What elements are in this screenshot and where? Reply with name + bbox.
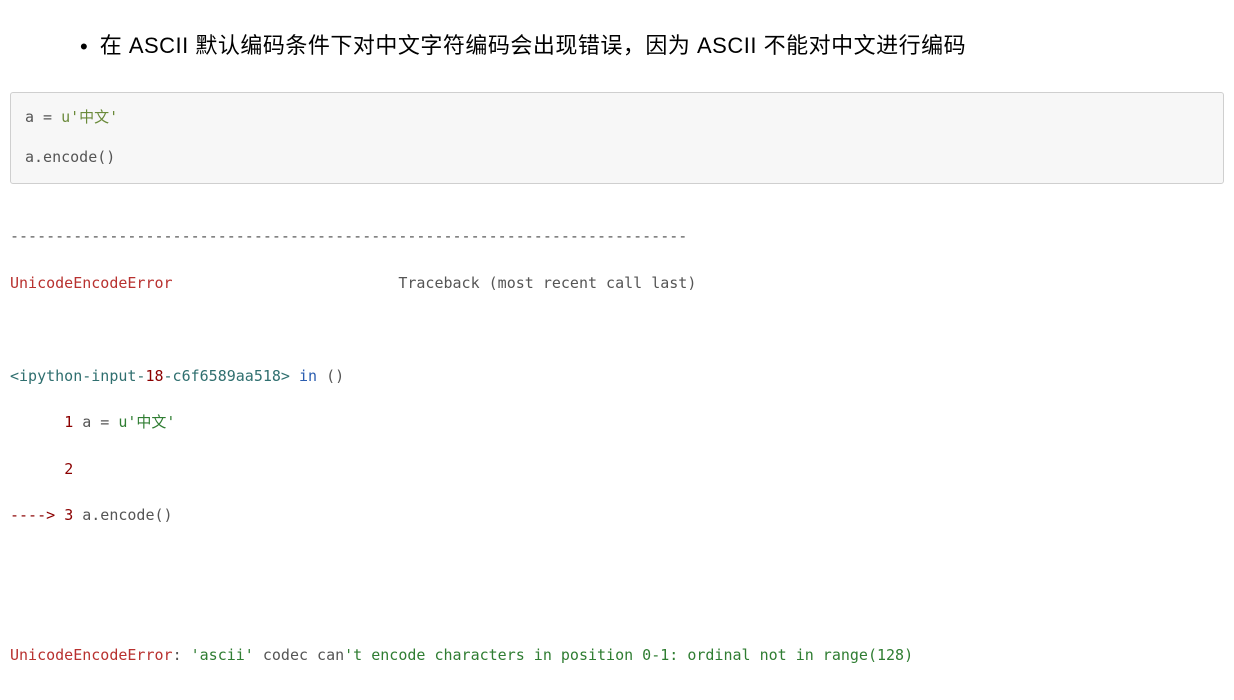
trace-line-2: 2	[10, 458, 1224, 481]
code-assign-prefix: a =	[25, 108, 61, 126]
final-msg-pre: 'ascii'	[191, 646, 254, 664]
trace-indent-1	[10, 413, 64, 431]
ipython-input-open: <ipython-input-	[10, 367, 145, 385]
output-blank-0	[10, 318, 1224, 341]
output-divider: ----------------------------------------…	[10, 225, 1224, 248]
code-blank-line	[25, 130, 1209, 145]
final-msg-mid: codec can	[254, 646, 344, 664]
output-blank-2	[10, 597, 1224, 620]
bullet-item: • 在 ASCII 默认编码条件下对中文字符编码会出现错误，因为 ASCII 不…	[80, 25, 1234, 67]
bullet-marker-icon: •	[80, 27, 88, 67]
output-input-ref: <ipython-input-18-c6f6589aa518> in ()	[10, 365, 1224, 388]
code-call-prefix: a.encode	[25, 148, 97, 166]
trace-indent-2	[10, 460, 64, 478]
output-final-error: UnicodeEncodeError: 'ascii' codec can't …	[10, 644, 1224, 667]
output-error-header: UnicodeEncodeError Traceback (most recen…	[10, 272, 1224, 295]
bullet-section: • 在 ASCII 默认编码条件下对中文字符编码会出现错误，因为 ASCII 不…	[0, 0, 1234, 92]
ipython-input-num: 18	[145, 367, 163, 385]
trace-code-1-str: u'中文'	[118, 413, 175, 431]
module-open-paren: (	[326, 367, 335, 385]
trace-arrow: ---->	[10, 506, 64, 524]
error-class-name: UnicodeEncodeError	[10, 274, 173, 292]
final-msg-rest: 't encode characters in position 0-1: or…	[344, 646, 913, 664]
traceback-label: Traceback (most recent call last)	[173, 274, 697, 292]
trace-lineno-3: 3	[64, 506, 73, 524]
code-call-paren: ()	[97, 148, 115, 166]
code-line-1: a = u'中文'	[25, 105, 1209, 131]
ipython-input-rest: -c6f6589aa518>	[164, 367, 290, 385]
trace-line-1: 1 a = u'中文'	[10, 411, 1224, 434]
trace-lineno-1: 1	[64, 413, 73, 431]
code-string-literal: u'中文'	[61, 108, 118, 126]
code-line-2: a.encode()	[25, 145, 1209, 171]
trace-code-1-prefix: a =	[73, 413, 118, 431]
bullet-text: 在 ASCII 默认编码条件下对中文字符编码会出现错误，因为 ASCII 不能对…	[100, 25, 966, 67]
module-close-paren: )	[335, 367, 344, 385]
trace-lineno-2: 2	[64, 460, 73, 478]
output-blank-1	[10, 551, 1224, 574]
output-cell: ----------------------------------------…	[10, 202, 1224, 690]
code-input-cell: a = u'中文' a.encode()	[10, 92, 1224, 184]
trace-code-3: a.encode()	[73, 506, 172, 524]
in-keyword: in	[290, 367, 326, 385]
trace-line-3: ----> 3 a.encode()	[10, 504, 1224, 527]
final-error-class: UnicodeEncodeError	[10, 646, 173, 664]
final-colon: :	[173, 646, 191, 664]
